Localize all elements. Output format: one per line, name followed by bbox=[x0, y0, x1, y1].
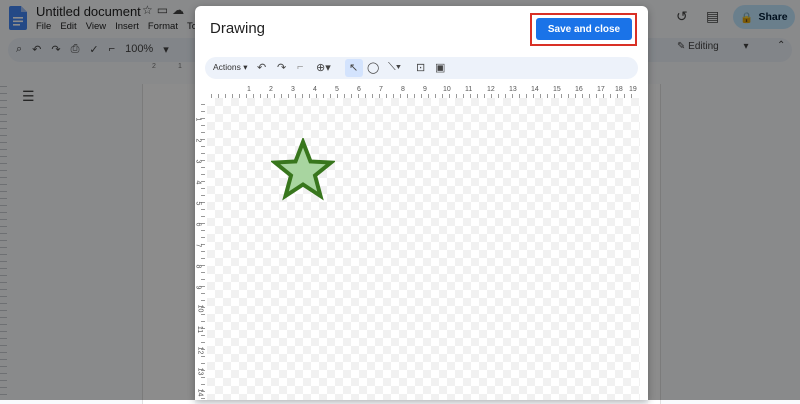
ruler-label: 13 bbox=[196, 367, 204, 376]
ruler-label: 10 bbox=[196, 304, 204, 313]
ruler-label: 16 bbox=[575, 86, 583, 93]
ruler-label: 3 bbox=[194, 159, 202, 164]
ruler-label: 1 bbox=[247, 86, 251, 93]
actions-menu[interactable]: Actions ▾ bbox=[213, 62, 248, 73]
ruler-label: 14 bbox=[531, 86, 539, 93]
ruler-label: 3 bbox=[291, 86, 295, 93]
ruler-label: 11 bbox=[196, 325, 204, 334]
ruler-label: 2 bbox=[269, 86, 273, 93]
line-icon[interactable]: ⟍▾ bbox=[388, 61, 401, 74]
drawing-toolbar: Actions ▾ ↶ ↷ ⌐ ⊕▾ ↖ ◯ ⟍▾ ⊡ ▣ bbox=[205, 57, 638, 79]
ruler-label: 15 bbox=[553, 86, 561, 93]
highlight-box bbox=[530, 13, 637, 46]
drawing-canvas[interactable] bbox=[207, 98, 640, 400]
ruler-label: 19 bbox=[629, 86, 637, 93]
ruler-label: 4 bbox=[194, 180, 202, 185]
text-box-icon[interactable]: ⊡ bbox=[416, 61, 425, 74]
ruler-label: 7 bbox=[379, 86, 383, 93]
paint-format-icon[interactable]: ⌐ bbox=[297, 61, 303, 73]
ruler-label: 8 bbox=[194, 264, 202, 269]
drawing-dialog: Drawing Save and close Actions ▾ ↶ ↷ ⌐ ⊕… bbox=[194, 6, 648, 400]
ruler-label: 6 bbox=[357, 86, 361, 93]
shape-icon[interactable]: ◯ bbox=[367, 61, 379, 74]
redo-icon[interactable]: ↷ bbox=[277, 61, 286, 74]
ruler-label: 1 bbox=[194, 117, 202, 122]
ruler-label: 9 bbox=[423, 86, 427, 93]
ruler-label: 4 bbox=[313, 86, 317, 93]
select-arrow-icon: ↖ bbox=[349, 62, 359, 74]
ruler-label: 13 bbox=[509, 86, 517, 93]
star-polygon[interactable] bbox=[271, 138, 335, 201]
undo-icon[interactable]: ↶ bbox=[257, 61, 266, 74]
ruler-label: 12 bbox=[487, 86, 495, 93]
ruler-label: 11 bbox=[465, 86, 473, 93]
ruler-label: 5 bbox=[194, 201, 202, 206]
ruler-label: 12 bbox=[196, 346, 204, 355]
ruler-label: 10 bbox=[443, 86, 451, 93]
drawing-vertical-ruler: 1 2 3 4 5 6 7 8 9 10 11 12 13 14 bbox=[194, 98, 205, 400]
ruler-label: 5 bbox=[335, 86, 339, 93]
ruler-label: 18 bbox=[615, 86, 623, 93]
ruler-label: 14 bbox=[196, 388, 204, 397]
drawing-horizontal-ruler: 1 2 3 4 5 6 7 8 9 10 11 12 13 14 15 16 1… bbox=[205, 86, 638, 98]
ruler-label: 7 bbox=[194, 243, 202, 248]
ruler-label: 2 bbox=[194, 138, 202, 143]
ruler-label: 9 bbox=[194, 285, 202, 290]
actions-label: Actions bbox=[213, 62, 241, 72]
star-shape[interactable] bbox=[271, 138, 335, 202]
zoom-icon[interactable]: ⊕▾ bbox=[316, 61, 331, 74]
ruler-label: 8 bbox=[401, 86, 405, 93]
dialog-title: Drawing bbox=[210, 20, 266, 37]
ruler-label: 17 bbox=[597, 86, 605, 93]
image-icon[interactable]: ▣ bbox=[435, 61, 445, 74]
ruler-label: 6 bbox=[194, 222, 202, 227]
